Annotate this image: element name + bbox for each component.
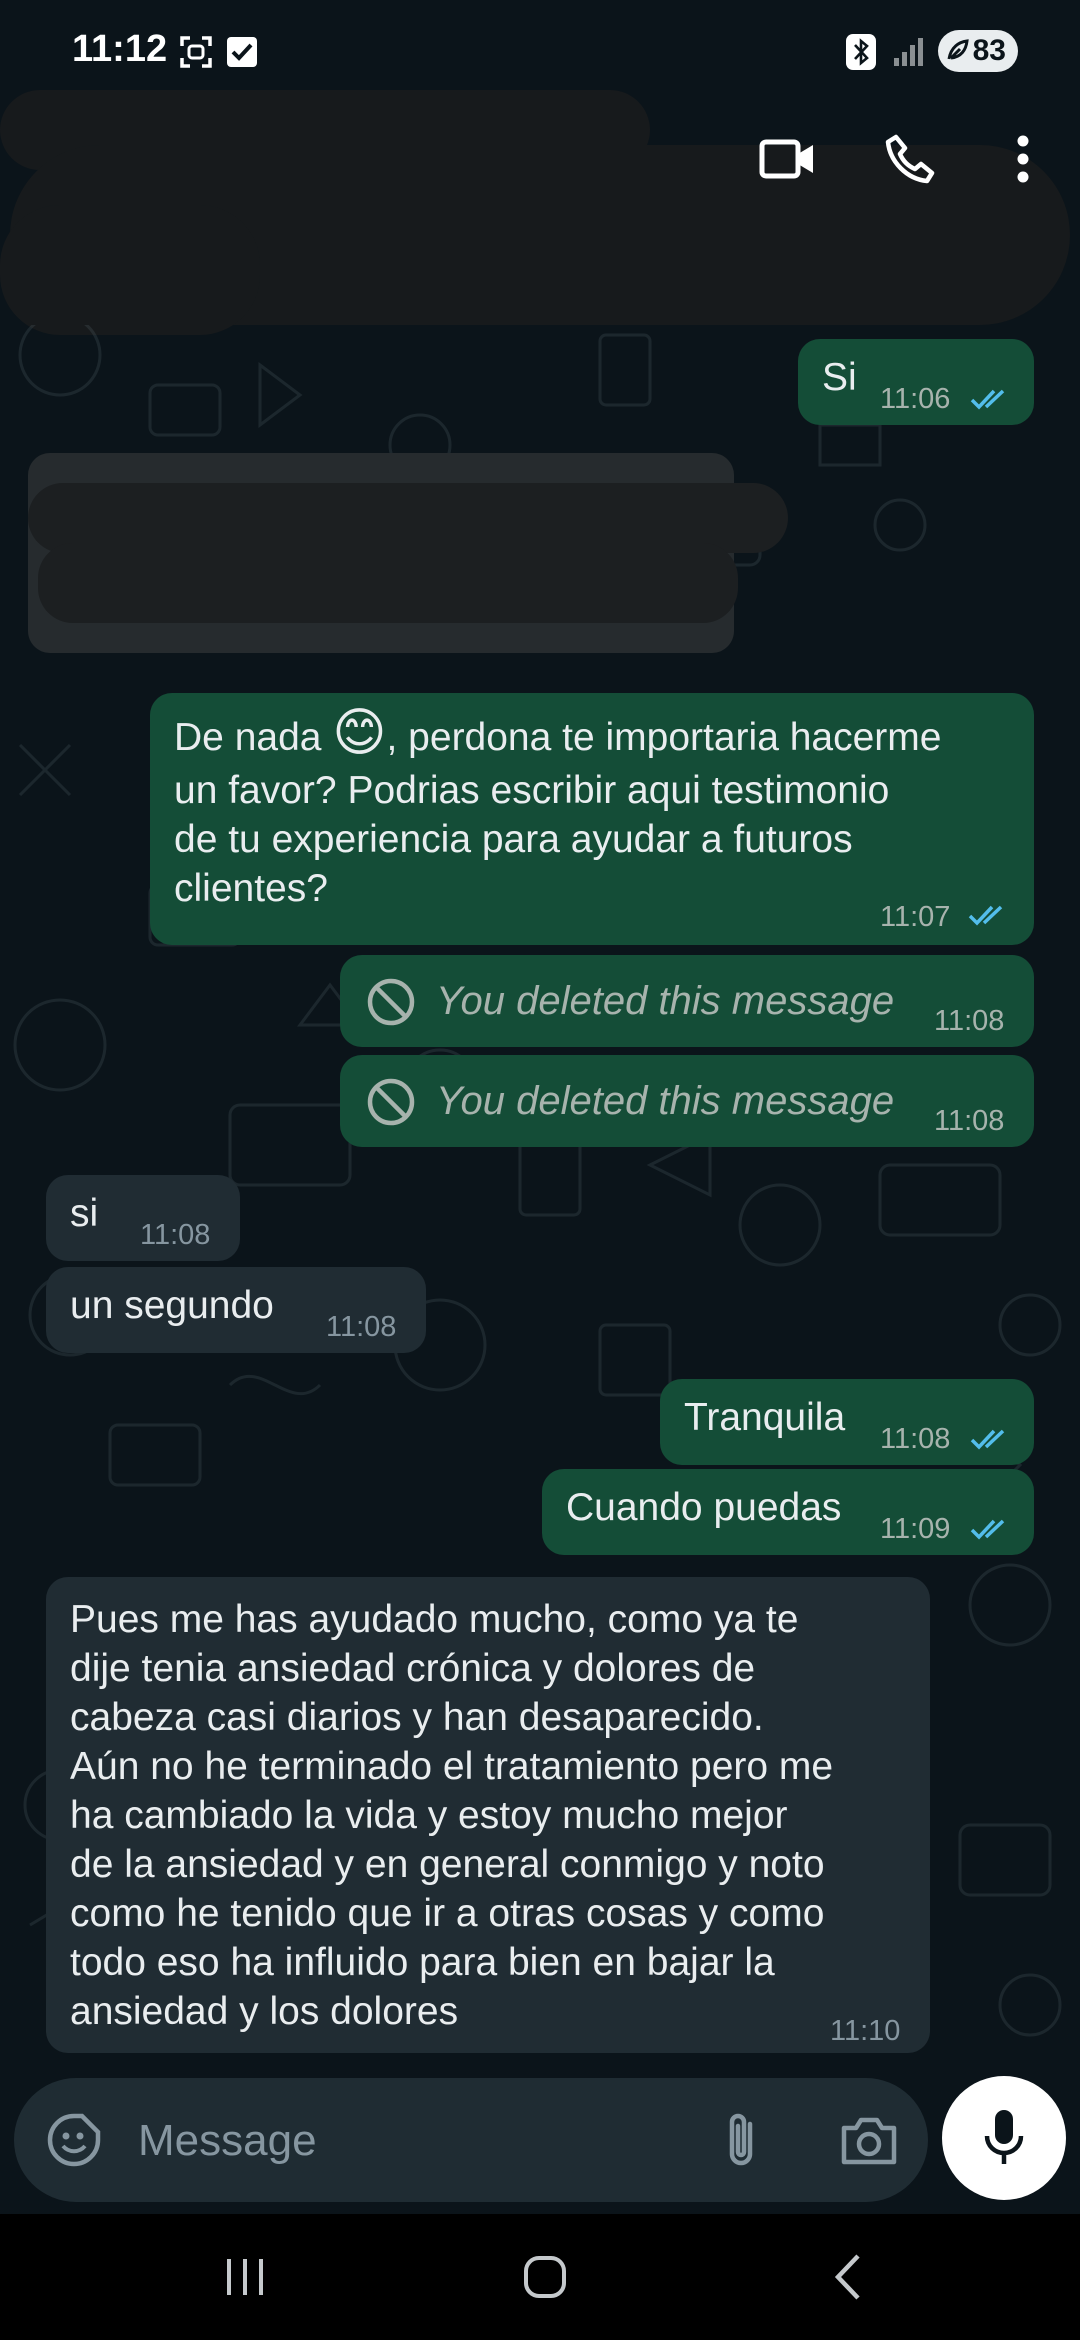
message-time: 11:10 — [830, 2015, 901, 2047]
system-navigation-bar — [0, 2214, 1080, 2340]
message-list[interactable]: Si 11:06 De nada 😊, perdona te importari… — [0, 325, 1080, 2075]
message-composer: Message — [14, 2078, 928, 2202]
double-check-read-icon — [970, 1519, 1005, 1540]
message-text-line: dije tenia ansiedad crónica y dolores de — [70, 1647, 756, 1690]
voice-message-button[interactable] — [942, 2076, 1066, 2200]
back-icon — [834, 2254, 860, 2300]
message-time: 11:07 — [880, 901, 951, 933]
message-bubble-incoming[interactable]: si 11:08 — [46, 1175, 240, 1261]
message-text-line: todo eso ha influido para bien en bajar … — [70, 1941, 775, 1984]
message-time: 11:08 — [934, 1005, 1005, 1037]
more-options-button[interactable] — [1000, 123, 1046, 195]
phone-icon — [885, 134, 935, 184]
message-time: 11:08 — [326, 1311, 397, 1343]
message-text-line: cabeza casi diarios y han desaparecido. — [70, 1696, 764, 1739]
double-check-read-icon — [970, 1429, 1005, 1450]
screenshot-icon — [180, 36, 212, 68]
deleted-message-text: You deleted this message — [436, 979, 895, 1023]
camera-icon[interactable] — [840, 2114, 898, 2166]
chat-header — [0, 90, 1080, 335]
chat-screen: 11:12 83 Si 11:06 De nada 😊, perdona te … — [0, 0, 1080, 2340]
battery-level: 83 — [972, 34, 1006, 67]
message-bubble-deleted[interactable]: You deleted this message 11:08 — [340, 955, 1034, 1047]
message-bubble-outgoing[interactable]: Si 11:06 — [798, 339, 1034, 425]
home-button[interactable] — [510, 2244, 580, 2310]
paperclip-icon[interactable] — [718, 2110, 768, 2170]
redacted-contact-area — [0, 205, 260, 335]
message-time: 11:06 — [880, 383, 951, 415]
message-text: si — [70, 1192, 99, 1235]
message-bubble-outgoing[interactable]: Tranquila 11:08 — [660, 1379, 1034, 1465]
message-first-line: De nada 😊, perdona te importaria hacerme — [174, 707, 942, 762]
message-text: un segundo — [70, 1284, 274, 1327]
double-check-read-icon — [970, 389, 1005, 410]
deleted-message-text: You deleted this message — [436, 1079, 895, 1123]
smiling-emoji: 😊 — [332, 704, 387, 762]
video-camera-icon — [759, 139, 813, 179]
message-text-line: Pues me has ayudado mucho, como ya te — [70, 1598, 799, 1641]
message-text: Tranquila — [684, 1396, 846, 1439]
message-text-line: un favor? Podrias escribir aqui testimon… — [174, 769, 890, 812]
sticker-smiley-icon[interactable] — [46, 2112, 102, 2168]
signal-icon — [894, 38, 923, 66]
message-text-line: como he tenido que ir a otras cosas y co… — [70, 1892, 825, 1935]
message-text: Cuando puedas — [566, 1486, 842, 1529]
message-bubble-incoming[interactable]: un segundo 11:08 — [46, 1267, 426, 1353]
message-text-line: clientes? — [174, 867, 328, 910]
status-time: 11:12 — [72, 28, 168, 70]
power-saving-leaf-icon — [947, 39, 969, 60]
bluetooth-icon — [846, 34, 876, 70]
message-bubble-incoming[interactable]: Pues me has ayudado mucho, como ya te di… — [46, 1577, 930, 2053]
checkbox-notification-icon — [227, 37, 257, 67]
back-button[interactable] — [812, 2244, 882, 2310]
message-text-line: Aún no he terminado el tratamiento pero … — [70, 1745, 834, 1788]
battery-indicator: 83 — [938, 30, 1018, 72]
recent-apps-icon — [227, 2259, 263, 2295]
message-text-line: de la ansiedad y en general conmigo y no… — [70, 1843, 825, 1886]
message-time: 11:09 — [880, 1513, 951, 1545]
message-time: 11:08 — [140, 1219, 211, 1251]
prohibited-icon — [367, 978, 415, 1026]
message-text: , perdona te importaria hacerme — [386, 716, 942, 759]
message-input[interactable]: Message — [138, 2116, 317, 2166]
prohibited-icon — [367, 1078, 415, 1126]
message-bubble-incoming-redacted[interactable] — [28, 453, 788, 653]
message-bubble-deleted[interactable]: You deleted this message 11:08 — [340, 1055, 1034, 1147]
message-time: 11:08 — [934, 1105, 1005, 1137]
video-call-button[interactable] — [752, 123, 824, 195]
message-text: De nada — [174, 716, 333, 759]
message-time: 11:08 — [880, 1423, 951, 1455]
recent-apps-button[interactable] — [210, 2244, 280, 2310]
microphone-icon — [984, 2110, 1024, 2164]
double-check-read-icon — [968, 905, 1003, 926]
home-icon — [524, 2256, 566, 2298]
more-vertical-icon — [1017, 135, 1029, 183]
message-text-line: de tu experiencia para ayudar a futuros — [174, 818, 853, 861]
message-text-line: ansiedad y los dolores — [70, 1990, 459, 2033]
message-bubble-outgoing[interactable]: Cuando puedas 11:09 — [542, 1469, 1034, 1555]
message-bubble-outgoing[interactable]: De nada 😊, perdona te importaria hacerme… — [150, 693, 1034, 945]
redaction-scribble — [38, 543, 738, 623]
message-text-line: ha cambiado la vida y estoy mucho mejor — [70, 1794, 788, 1837]
message-text: Si — [822, 356, 857, 399]
voice-call-button[interactable] — [874, 123, 946, 195]
